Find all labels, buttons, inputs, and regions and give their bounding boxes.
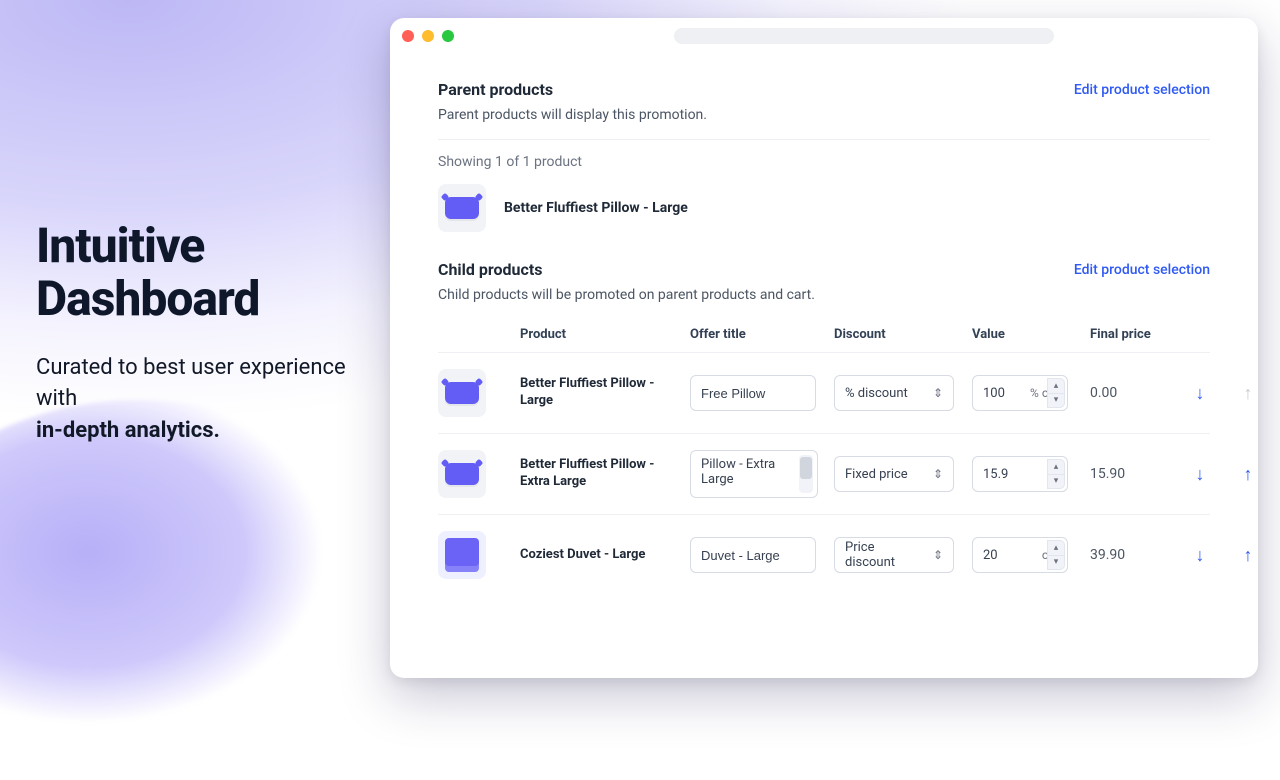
promo-sub: Curated to best user experience with in-… [36, 352, 356, 448]
discount-select[interactable]: Price discount ⇕ [834, 537, 954, 573]
offer-title-input[interactable] [690, 537, 816, 573]
final-price: 0.00 [1090, 385, 1176, 401]
value-stepper[interactable]: 20 off ▴ ▾ [972, 537, 1068, 573]
step-down-button[interactable]: ▾ [1047, 475, 1065, 490]
move-down-button[interactable]: ↓ [1186, 541, 1214, 569]
value-number: 20 [983, 548, 1011, 563]
discount-value: Fixed price [845, 467, 908, 482]
spinner: ▴ ▾ [1047, 540, 1065, 570]
offer-title-input[interactable]: Pillow - Extra Large [690, 450, 818, 498]
arrow-down-icon: ↓ [1196, 383, 1205, 404]
step-up-button[interactable]: ▴ [1047, 378, 1065, 394]
final-price: 39.90 [1090, 547, 1176, 563]
child-product-name: Coziest Duvet - Large [520, 547, 680, 564]
pillow-icon [445, 197, 479, 219]
caret-icon: ⇕ [933, 548, 943, 562]
parent-desc: Parent products will display this promot… [438, 107, 1210, 123]
divider [438, 139, 1210, 140]
child-row: Better Fluffiest Pillow - Extra Large Pi… [438, 433, 1210, 514]
step-down-button[interactable]: ▾ [1047, 556, 1065, 571]
close-icon[interactable] [402, 30, 414, 42]
arrow-up-icon: ↑ [1244, 545, 1253, 566]
offer-title-text: Pillow - Extra Large [701, 457, 795, 487]
edit-child-selection-link[interactable]: Edit product selection [1074, 262, 1210, 278]
promo-sub-text: Curated to best user experience with [36, 355, 346, 412]
discount-value: Price discount [845, 540, 927, 570]
move-down-button[interactable]: ↓ [1186, 460, 1214, 488]
arrow-down-icon: ↓ [1196, 545, 1205, 566]
parent-count: Showing 1 of 1 product [438, 154, 1210, 170]
address-bar[interactable] [674, 28, 1054, 44]
caret-icon: ⇕ [933, 467, 943, 481]
final-price: 15.90 [1090, 466, 1176, 482]
duvet-icon [445, 538, 479, 572]
spinner: ▴ ▾ [1047, 459, 1065, 489]
zoom-icon[interactable] [442, 30, 454, 42]
app-window: Parent products Edit product selection P… [390, 18, 1258, 678]
window-content: Parent products Edit product selection P… [390, 54, 1258, 619]
col-final: Final price [1090, 327, 1176, 342]
col-value: Value [972, 327, 1080, 342]
move-up-button: ↑ [1234, 379, 1258, 407]
col-offer: Offer title [690, 327, 824, 342]
child-section-header: Child products Edit product selection [438, 260, 1210, 279]
traffic-lights [402, 30, 454, 42]
step-up-button[interactable]: ▴ [1047, 459, 1065, 475]
product-thumb [438, 184, 486, 232]
value-stepper[interactable]: 15.9 ▴ ▾ [972, 456, 1068, 492]
edit-parent-selection-link[interactable]: Edit product selection [1074, 82, 1210, 98]
child-product-name: Better Fluffiest Pillow - Large [520, 376, 680, 410]
child-grid: Product Offer title Discount Value Final… [438, 313, 1210, 595]
caret-icon: ⇕ [933, 386, 943, 400]
child-title: Child products [438, 260, 542, 279]
promo-text: Intuitive Dashboard Curated to best user… [36, 220, 356, 447]
product-thumb [438, 369, 486, 417]
discount-select[interactable]: Fixed price ⇕ [834, 456, 954, 492]
value-number: 100 [983, 386, 1011, 401]
child-row: Better Fluffiest Pillow - Large % discou… [438, 352, 1210, 433]
headline-line2: Dashboard [36, 270, 259, 327]
parent-product-name: Better Fluffiest Pillow - Large [504, 200, 688, 216]
arrow-up-icon: ↑ [1244, 464, 1253, 485]
offer-title-input[interactable] [690, 375, 816, 411]
child-product-name: Better Fluffiest Pillow - Extra Large [520, 457, 680, 491]
headline-line1: Intuitive [36, 217, 204, 274]
parent-title: Parent products [438, 80, 553, 99]
grid-header: Product Offer title Discount Value Final… [438, 313, 1210, 352]
parent-section-header: Parent products Edit product selection [438, 80, 1210, 99]
step-up-button[interactable]: ▴ [1047, 540, 1065, 556]
minimize-icon[interactable] [422, 30, 434, 42]
move-up-button[interactable]: ↑ [1234, 541, 1258, 569]
promo-headline: Intuitive Dashboard [36, 220, 356, 326]
parent-product-row: Better Fluffiest Pillow - Large [438, 184, 1210, 232]
move-up-button[interactable]: ↑ [1234, 460, 1258, 488]
pillow-icon [445, 463, 479, 485]
discount-select[interactable]: % discount ⇕ [834, 375, 954, 411]
promo-sub-bold: in-depth analytics. [36, 418, 220, 443]
value-number: 15.9 [983, 467, 1011, 482]
value-stepper[interactable]: 100 % off ▴ ▾ [972, 375, 1068, 411]
col-discount: Discount [834, 327, 962, 342]
product-thumb [438, 531, 486, 579]
arrow-down-icon: ↓ [1196, 464, 1205, 485]
product-thumb [438, 450, 486, 498]
step-down-button[interactable]: ▾ [1047, 394, 1065, 409]
window-titlebar [390, 18, 1258, 54]
arrow-up-icon: ↑ [1244, 383, 1253, 404]
scrollbar-thumb[interactable] [800, 457, 812, 479]
child-row: Coziest Duvet - Large Price discount ⇕ 2… [438, 514, 1210, 595]
pillow-icon [445, 382, 479, 404]
child-desc: Child products will be promoted on paren… [438, 287, 1210, 303]
discount-value: % discount [845, 386, 908, 401]
col-product: Product [520, 327, 680, 342]
move-down-button[interactable]: ↓ [1186, 379, 1214, 407]
spinner: ▴ ▾ [1047, 378, 1065, 408]
